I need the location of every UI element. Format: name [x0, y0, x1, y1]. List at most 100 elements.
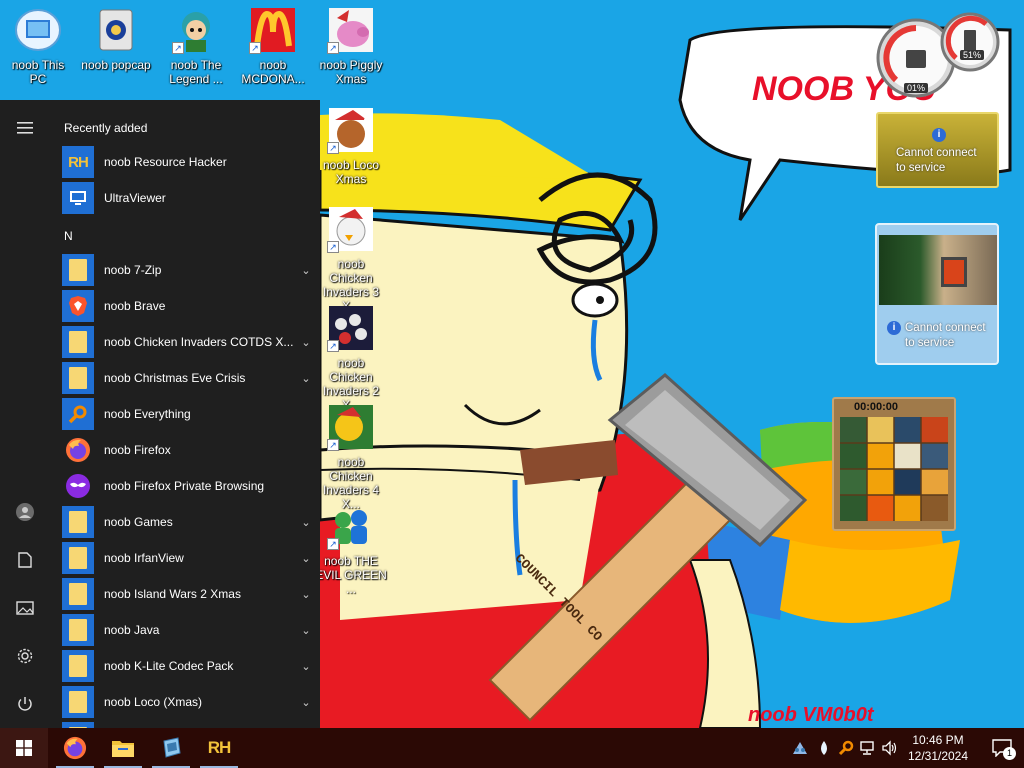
desktop-icon-chicken-invaders-3[interactable]: ↗ noob Chicken Invaders 3 X...	[313, 205, 389, 313]
desktop-icon-the-legend[interactable]: ↗ noob The Legend ...	[158, 6, 234, 86]
picture-puzzle-gadget[interactable]: 00:00:00	[832, 397, 956, 531]
chevron-down-icon[interactable]: ⌄	[298, 660, 314, 673]
cpu-usage-value: 01%	[904, 83, 929, 93]
taskbar-firefox[interactable]	[52, 728, 98, 768]
start-menu[interactable]: Recently added RH noob Resource Hacker U…	[0, 100, 320, 728]
pictures-icon[interactable]	[0, 586, 50, 630]
hamburger-menu-icon[interactable]	[0, 106, 50, 150]
network-icon[interactable]	[858, 738, 878, 758]
power-icon[interactable]	[0, 682, 50, 726]
app-label: noob IrfanView	[104, 551, 184, 565]
evil-green-icon: ↗	[327, 502, 375, 550]
slideshow-gadget[interactable]: i Cannot connect to service	[875, 223, 999, 365]
shortcut-arrow-icon: ↗	[327, 538, 339, 550]
ultraviewer-icon	[163, 737, 181, 758]
chevron-down-icon[interactable]: ⌄	[298, 624, 314, 637]
desktop-icon-piggly-xmas[interactable]: ↗ noob Piggly Xmas	[313, 6, 389, 86]
app-label: noob Firefox Private Browsing	[104, 479, 265, 493]
app-label: noob Chicken Invaders COTDS X...	[104, 335, 294, 349]
firefox-icon	[62, 434, 94, 466]
settings-icon[interactable]	[0, 634, 50, 678]
chicken-invaders-4-icon: ↗	[327, 403, 375, 451]
windows-start-icon	[16, 740, 32, 756]
computer-icon	[14, 6, 62, 54]
app-7zip[interactable]: noob 7-Zip ⌄	[62, 252, 314, 288]
app-games[interactable]: noob Games ⌄	[62, 504, 314, 540]
weather-gadget[interactable]: i Cannot connect to service	[876, 112, 999, 188]
taskbar-clock[interactable]: 10:46 PM 12/31/2024	[902, 732, 974, 764]
shortcut-arrow-icon: ↗	[172, 42, 184, 54]
chevron-down-icon[interactable]: ⌄	[298, 372, 314, 385]
shortcut-arrow-icon: ↗	[327, 42, 339, 54]
desktop-icon-evil-green[interactable]: ↗ noob THE EVIL GREEN ...	[313, 502, 389, 596]
cpu-meter-gadget[interactable]: 01% 51%	[874, 10, 1000, 98]
recently-added-header: Recently added	[64, 121, 148, 135]
taskbar-ultraviewer[interactable]	[148, 728, 194, 768]
popcap-icon	[92, 6, 140, 54]
slideshow-image	[879, 235, 997, 305]
clock-date: 12/31/2024	[907, 749, 969, 763]
app-next-partial[interactable]	[62, 720, 314, 728]
taskbar-resource-hacker[interactable]: RH	[196, 728, 242, 768]
desktop-icon-this-pc[interactable]: noob This PC	[0, 6, 76, 86]
shortcut-arrow-icon: ↗	[327, 142, 339, 154]
desktop-icon-label: noob Piggly Xmas	[319, 58, 383, 86]
group-letter-n[interactable]: N	[64, 229, 73, 243]
chevron-down-icon[interactable]: ⌄	[298, 264, 314, 277]
app-loco-xmas[interactable]: noob Loco (Xmas) ⌄	[62, 684, 314, 720]
chevron-down-icon[interactable]: ⌄	[298, 696, 314, 709]
user-icon[interactable]	[0, 490, 50, 534]
chevron-down-icon[interactable]: ⌄	[298, 552, 314, 565]
app-firefox[interactable]: noob Firefox	[62, 432, 314, 468]
everything-search-icon[interactable]	[836, 738, 856, 758]
folder-icon	[62, 326, 94, 358]
chevron-down-icon[interactable]: ⌄	[298, 516, 314, 529]
chicken-invaders-2-icon: ↗	[327, 304, 375, 352]
firefox-icon	[63, 736, 87, 760]
loco-icon: ↗	[327, 106, 375, 154]
start-menu-app-list[interactable]: Recently added RH noob Resource Hacker U…	[50, 100, 320, 728]
folder-icon	[62, 686, 94, 718]
folder-icon	[62, 362, 94, 394]
app-k-lite[interactable]: noob K-Lite Codec Pack ⌄	[62, 648, 314, 684]
network-share-icon[interactable]	[790, 738, 810, 758]
app-island-wars-2[interactable]: noob Island Wars 2 Xmas ⌄	[62, 576, 314, 612]
app-java[interactable]: noob Java ⌄	[62, 612, 314, 648]
folder-icon	[62, 542, 94, 574]
memory-usage-value: 51%	[960, 50, 985, 60]
desktop-icon-chicken-invaders-4[interactable]: ↗ noob Chicken Invaders 4 X...	[313, 403, 389, 511]
file-explorer-icon	[112, 741, 134, 757]
app-label: noob 7-Zip	[104, 263, 162, 277]
app-label: noob Java	[104, 623, 160, 637]
app-everything[interactable]: noob Everything	[62, 396, 314, 432]
app-irfanview[interactable]: noob IrfanView ⌄	[62, 540, 314, 576]
mcdonalds-icon: ↗	[249, 6, 297, 54]
app-chicken-invaders-cotds[interactable]: noob Chicken Invaders COTDS X... ⌄	[62, 324, 314, 360]
desktop-icon-label: noob Loco Xmas	[322, 158, 380, 186]
firefox-private-icon	[62, 470, 94, 502]
notification-center-icon[interactable]: 1	[990, 738, 1016, 760]
desktop-icon-popcap[interactable]: noob popcap	[78, 6, 154, 72]
desktop-icon-chicken-invaders-2[interactable]: ↗ noob Chicken Invaders 2 X...	[313, 304, 389, 412]
app-label: UltraViewer	[104, 191, 166, 205]
app-ultraviewer[interactable]: UltraViewer	[62, 180, 314, 216]
taskbar: RH 10:46 PM 12/31/2024 1	[0, 728, 1024, 768]
chevron-down-icon[interactable]: ⌄	[298, 336, 314, 349]
folder-icon	[62, 650, 94, 682]
desktop-icon-label: noob MCDONA...	[241, 58, 305, 86]
app-christmas-eve-crisis[interactable]: noob Christmas Eve Crisis ⌄	[62, 360, 314, 396]
app-label: noob Island Wars 2 Xmas	[104, 587, 241, 601]
resource-hacker-icon: RH	[207, 738, 232, 757]
documents-icon[interactable]	[0, 538, 50, 582]
chevron-down-icon[interactable]: ⌄	[298, 588, 314, 601]
volume-icon[interactable]	[880, 738, 900, 758]
desktop-icon-mcdonalds[interactable]: ↗ noob MCDONA...	[235, 6, 311, 86]
app-brave[interactable]: noob Brave	[62, 288, 314, 324]
app-label: noob K-Lite Codec Pack	[104, 659, 234, 673]
app-firefox-private[interactable]: noob Firefox Private Browsing	[62, 468, 314, 504]
taskbar-file-explorer[interactable]	[100, 728, 146, 768]
start-button[interactable]	[0, 728, 48, 768]
desktop-icon-loco-xmas[interactable]: ↗ noob Loco Xmas	[313, 106, 389, 186]
water-drop-icon[interactable]	[814, 738, 834, 758]
app-resource-hacker[interactable]: RH noob Resource Hacker	[62, 144, 314, 180]
